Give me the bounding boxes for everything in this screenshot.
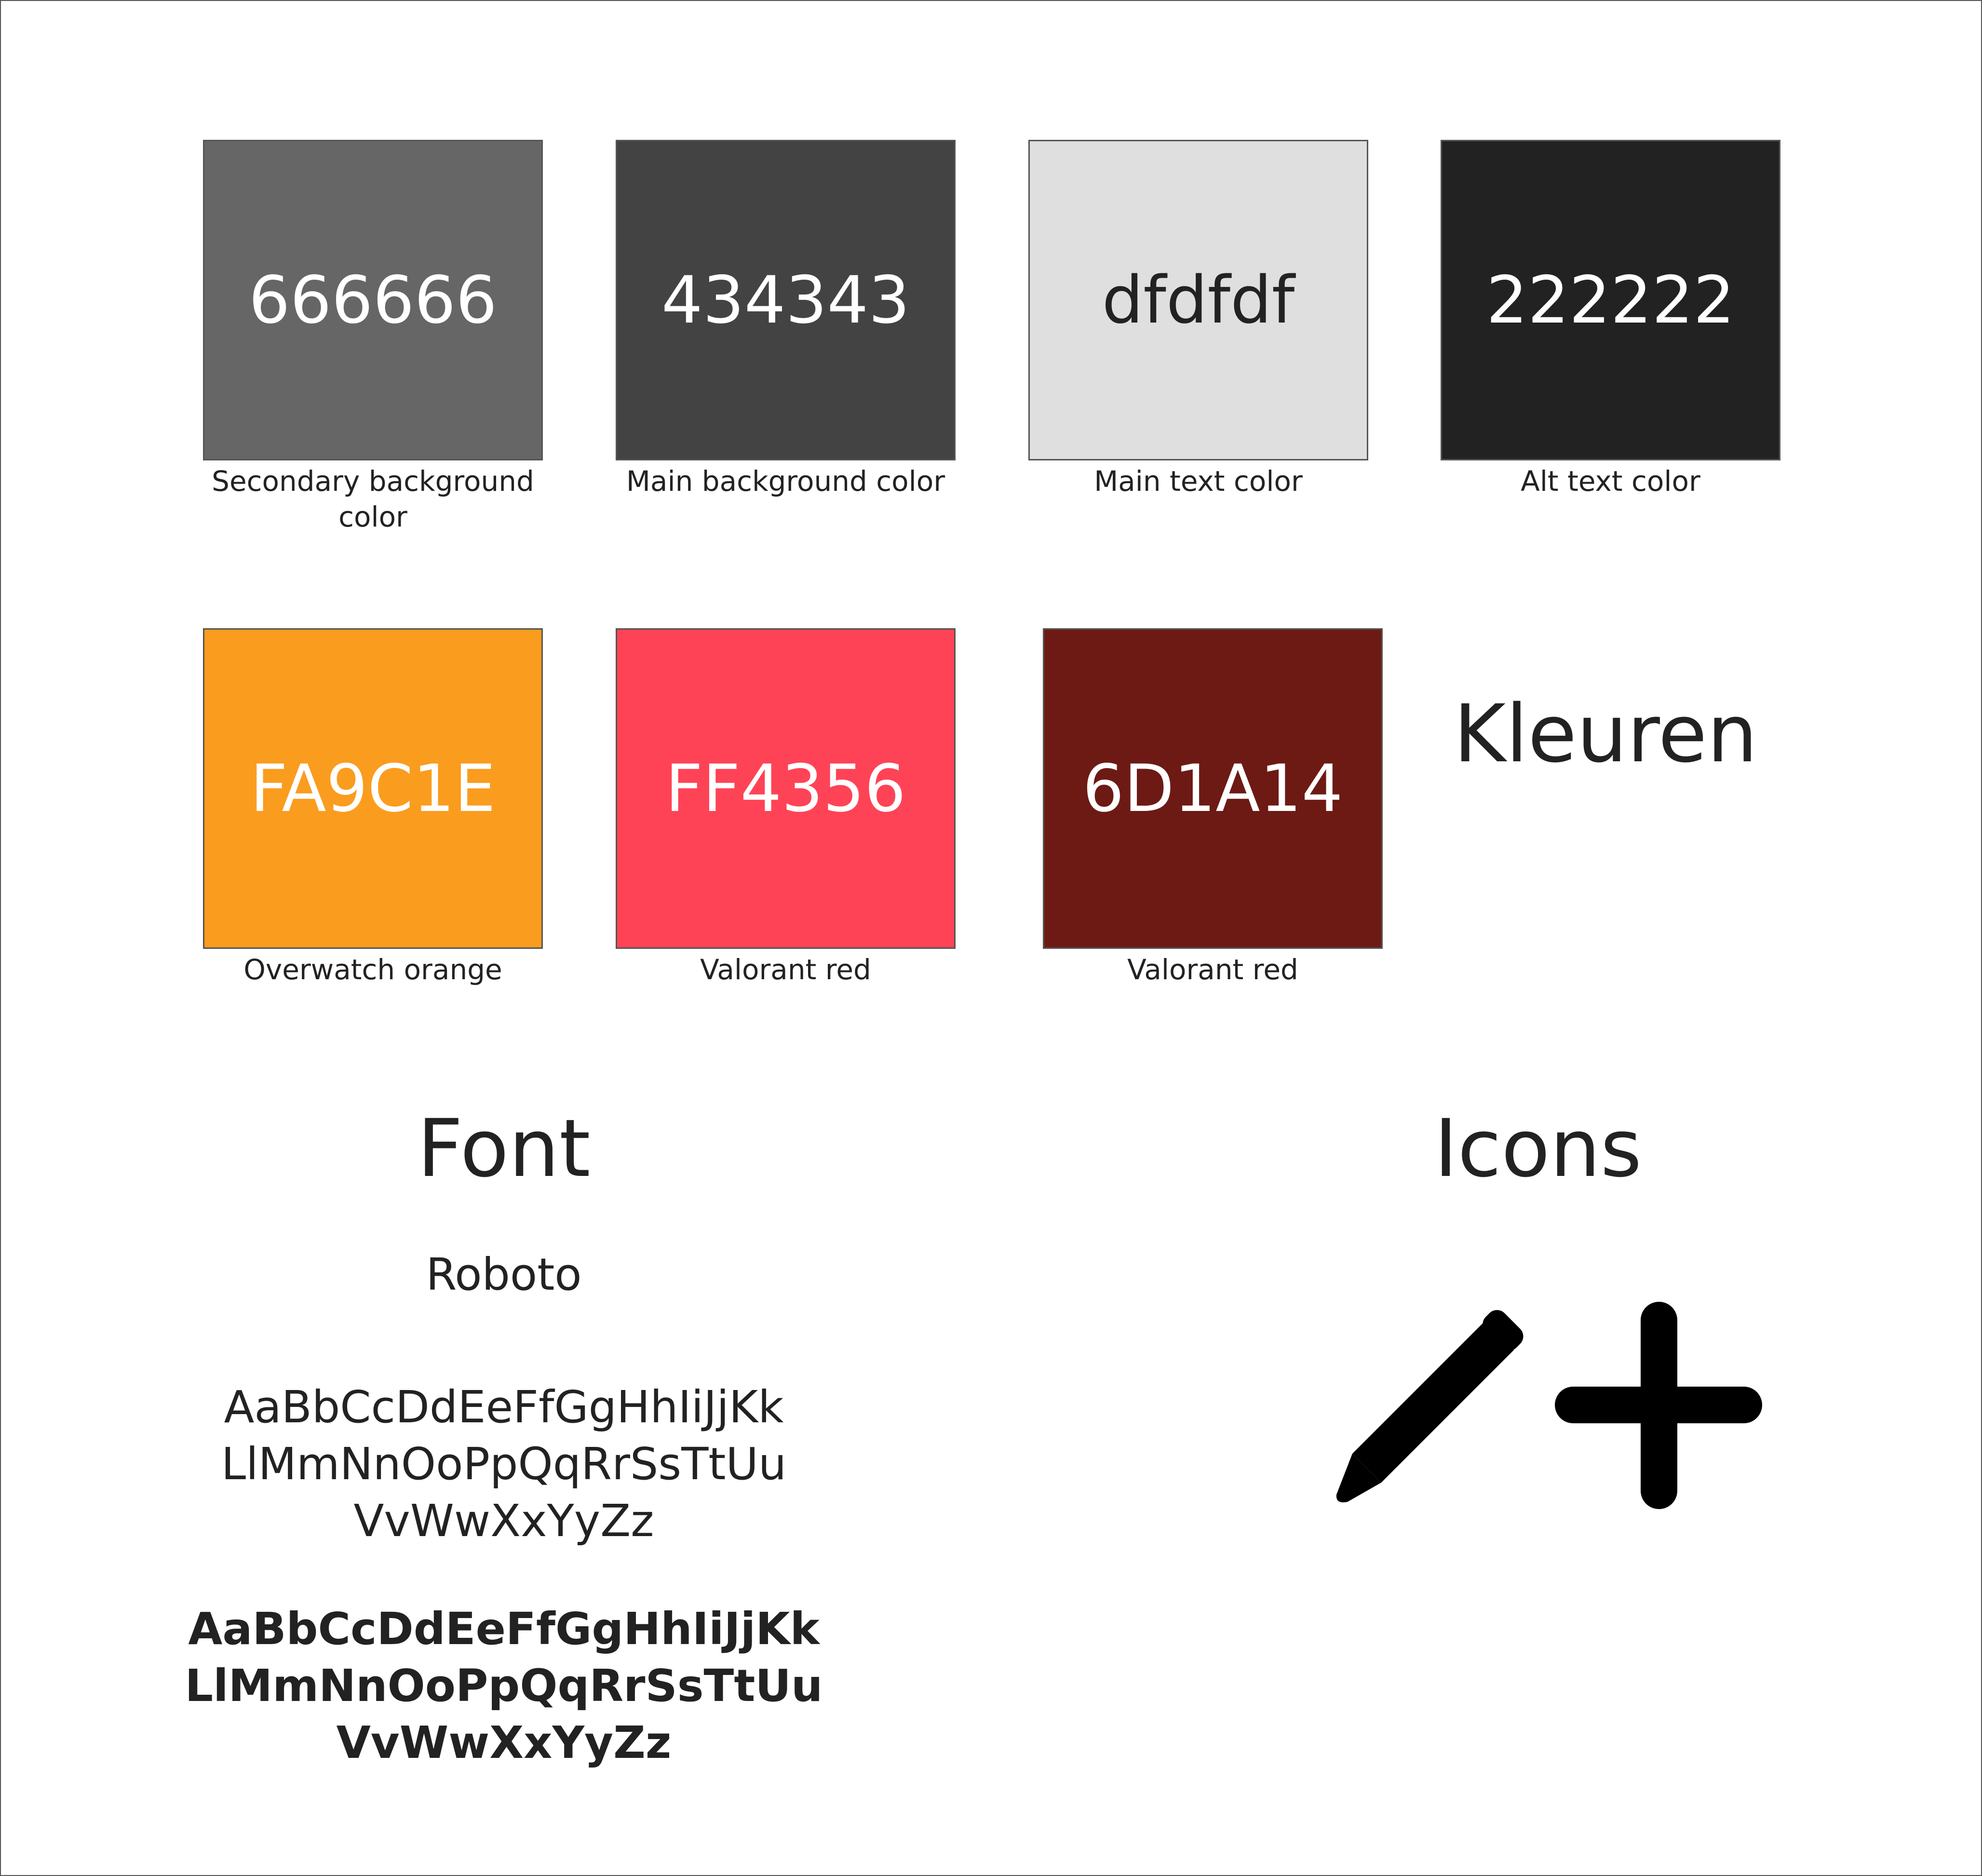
swatch-hex-label: 222222 <box>1486 262 1735 338</box>
specimen-line: AaBbCcDdEeFfGgHhIiJjKk <box>188 1603 820 1655</box>
font-heading: Font <box>417 1102 591 1195</box>
font-specimen-bold: AaBbCcDdEeFfGgHhIiJjKk LlMmNnOoPpQqRrSsT… <box>166 1601 841 1771</box>
swatch-caption: Main background color <box>626 465 945 498</box>
swatch-main-background: 434343 <box>616 140 956 460</box>
swatch-overwatch-orange: FA9C1E <box>203 628 543 949</box>
swatch-caption: Valorant red <box>1127 953 1298 986</box>
swatch-main-text: dfdfdf <box>1028 140 1368 460</box>
specimen-line: LlMmNnOoPpQqRrSsTtUu <box>185 1660 823 1712</box>
swatch-hex-label: dfdfdf <box>1102 262 1295 338</box>
swatch-caption: Main text color <box>1094 465 1303 498</box>
swatch-caption: Secondary background color <box>212 465 534 533</box>
specimen-line: VvWwXxYyZz <box>353 1495 654 1547</box>
specimen-line: VvWwXxYyZz <box>336 1717 672 1768</box>
swatch-valorant-red: FF4356 <box>616 628 956 949</box>
swatch-hex-label: 434343 <box>661 262 910 338</box>
swatch-hex-label: FF4356 <box>665 751 906 826</box>
swatch-secondary-background: 666666 <box>203 140 543 460</box>
swatch-alt-text: 222222 <box>1441 140 1780 460</box>
swatch-caption: Overwatch orange <box>243 953 502 986</box>
swatch-caption: Valorant red <box>700 953 871 986</box>
swatch-valorant-dark-red: 6D1A14 <box>1043 628 1383 949</box>
specimen-line: AaBbCcDdEeFfGgHhIiJjKk <box>224 1381 784 1433</box>
swatch-hex-label: 6D1A14 <box>1082 751 1343 826</box>
font-specimen-regular: AaBbCcDdEeFfGgHhIiJjKk LlMmNnOoPpQqRrSsT… <box>166 1379 841 1550</box>
plus-icon <box>1555 1302 1762 1509</box>
specimen-line: LlMmNnOoPpQqRrSsTtUu <box>221 1438 787 1490</box>
swatch-caption: Alt text color <box>1521 465 1700 498</box>
colors-heading: Kleuren <box>1454 688 1758 780</box>
swatch-hex-label: FA9C1E <box>250 751 496 826</box>
swatch-hex-label: 666666 <box>248 262 498 338</box>
font-name: Roboto <box>426 1249 582 1300</box>
icons-heading: Icons <box>1434 1102 1642 1195</box>
pencil-icon <box>1336 1310 1524 1502</box>
